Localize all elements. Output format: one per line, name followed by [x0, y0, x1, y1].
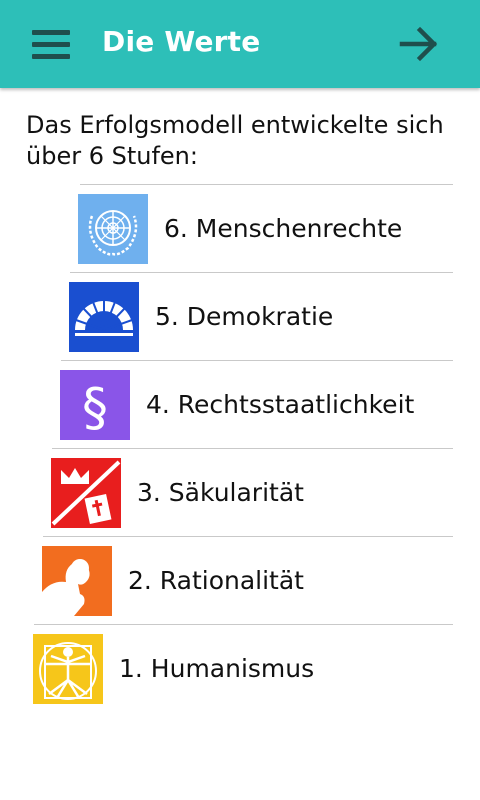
next-button[interactable]	[398, 24, 442, 64]
stage-item-demokratie[interactable]: 5. Demokratie	[69, 280, 459, 354]
divider	[70, 272, 453, 273]
stage-item-humanismus[interactable]: 1. Humanismus	[33, 632, 463, 706]
stage-item-menschenrechte[interactable]: 6. Menschenrechte	[78, 192, 458, 266]
stage-item-rationalitaet[interactable]: 2. Rationalität	[42, 544, 462, 618]
divider	[52, 448, 453, 449]
app-bar: Die Werte	[0, 0, 480, 88]
stage-label: 5. Demokratie	[155, 302, 334, 331]
thinker-icon	[42, 546, 112, 616]
divider	[34, 624, 453, 625]
crown-bible-icon	[51, 458, 121, 528]
un-emblem-icon	[78, 194, 148, 264]
stage-label: 1. Humanismus	[119, 654, 315, 683]
stage-label: 6. Menschenrechte	[164, 214, 403, 243]
divider	[43, 536, 453, 537]
page-title: Die Werte	[102, 25, 261, 58]
intro-text: Das Erfolgsmodell entwickelte sich über …	[26, 111, 444, 170]
stage-item-rechtsstaatlichkeit[interactable]: § 4. Rechtsstaatlichkeit	[60, 368, 460, 442]
menu-button[interactable]	[30, 28, 74, 62]
stage-label: 3. Säkularität	[137, 478, 304, 507]
stage-label: 2. Rationalität	[128, 566, 304, 595]
divider	[61, 360, 453, 361]
divider	[80, 184, 453, 185]
stage-label: 4. Rechtsstaatlichkeit	[146, 390, 415, 419]
paragraph-icon: §	[60, 370, 130, 440]
parliament-icon	[69, 282, 139, 352]
arrow-right-icon	[399, 26, 438, 62]
stage-item-saekularitaet[interactable]: 3. Säkularität	[51, 456, 461, 530]
svg-text:§: §	[82, 378, 108, 438]
vitruvian-man-icon	[33, 634, 103, 704]
hamburger-menu-icon	[32, 30, 70, 35]
